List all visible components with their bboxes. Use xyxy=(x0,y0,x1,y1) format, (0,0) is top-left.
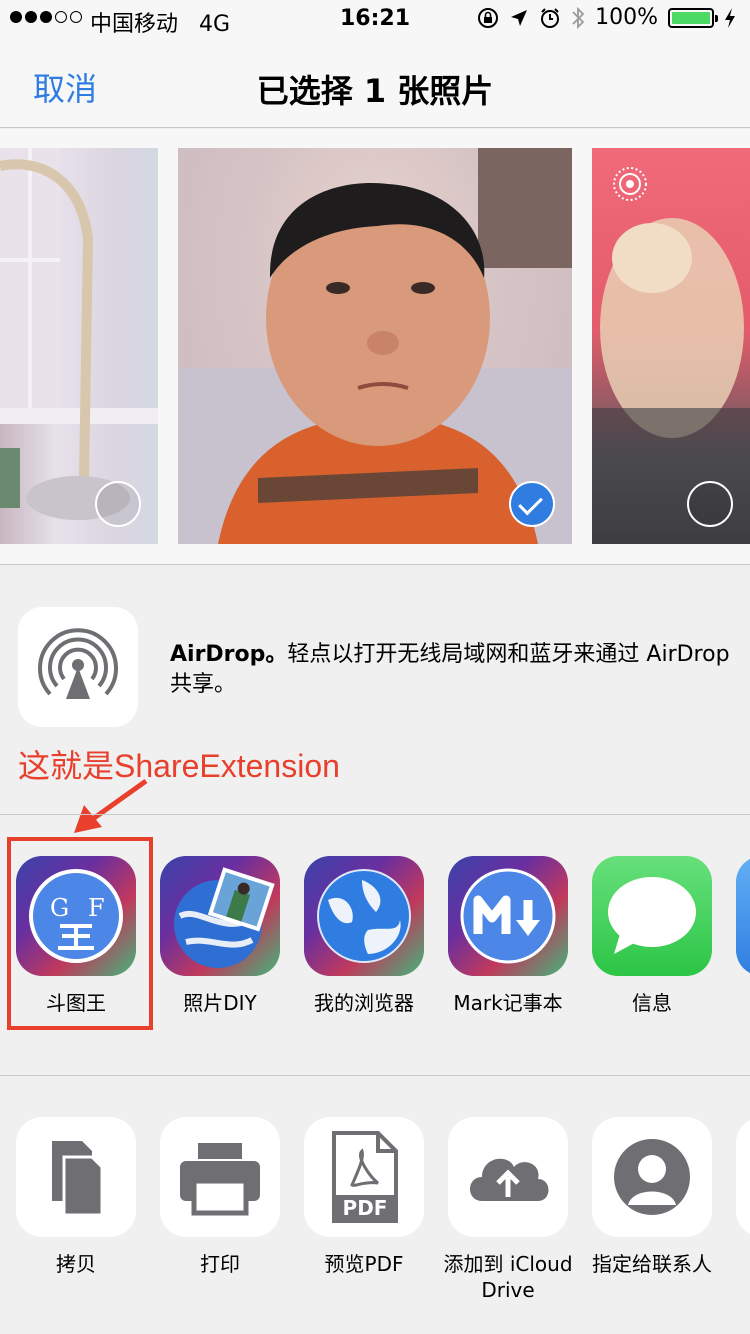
action-label: 拷贝 xyxy=(56,1252,96,1276)
select-circle[interactable] xyxy=(95,481,141,527)
action-assign-to-contact[interactable]: 指定给联系人 xyxy=(577,1117,727,1277)
airdrop-icon xyxy=(38,628,118,699)
airdrop-description: AirDrop。轻点以打开无线局域网和蓝牙来通过 AirDrop 共享。 xyxy=(170,642,730,697)
select-circle[interactable] xyxy=(687,481,733,527)
cat-photo xyxy=(592,218,750,544)
action-preview-pdf[interactable]: PDF 预览PDF xyxy=(289,1117,439,1277)
photo-thumbnail[interactable] xyxy=(592,148,750,544)
rotation-lock-icon xyxy=(478,7,499,28)
bluetooth-icon xyxy=(572,6,585,29)
markdown-icon xyxy=(448,856,568,976)
share-app-label: 信息 xyxy=(632,991,672,1015)
navigation-bar: 取消 已选择 1 张照片 xyxy=(0,40,750,128)
app-icon xyxy=(736,856,750,976)
action-partial[interactable] xyxy=(721,1117,750,1237)
globe-icon xyxy=(304,856,424,976)
window-lamp-photo xyxy=(0,148,158,520)
action-print[interactable]: 打印 xyxy=(145,1117,295,1277)
annotation-label: 这就是ShareExtension xyxy=(18,748,340,784)
photo-thumbnail[interactable] xyxy=(0,148,158,544)
action-label: 添加到 iCloud Drive xyxy=(443,1252,573,1302)
pdf-icon: PDF xyxy=(304,1117,424,1237)
airdrop-button[interactable] xyxy=(18,607,138,727)
live-photo-icon xyxy=(613,167,647,201)
action-copy[interactable]: 拷贝 xyxy=(1,1117,151,1277)
charging-icon xyxy=(725,7,735,28)
globe-photo-icon xyxy=(160,856,280,976)
location-icon xyxy=(511,9,528,26)
svg-text:PDF: PDF xyxy=(343,1196,388,1220)
share-app-label: Mark记事本 xyxy=(453,991,563,1015)
share-app-label: 照片DIY xyxy=(183,991,257,1015)
photo-strip[interactable] xyxy=(0,129,750,565)
annotation-arrow-icon xyxy=(74,778,148,833)
contact-icon xyxy=(592,1117,712,1237)
battery-percent: 100% xyxy=(595,5,658,30)
divider xyxy=(0,814,750,815)
share-app-label: 我的浏览器 xyxy=(314,991,414,1015)
cloud-upload-icon xyxy=(448,1117,568,1237)
alarm-icon xyxy=(541,7,560,28)
copy-icon xyxy=(16,1117,136,1237)
boy-photo xyxy=(178,148,572,544)
annotation-highlight-box xyxy=(7,837,153,1030)
action-label: 预览PDF xyxy=(324,1252,404,1276)
message-bubble-icon xyxy=(592,856,712,976)
selected-checkmark[interactable] xyxy=(509,481,555,527)
app-icon xyxy=(736,1117,750,1237)
photo-thumbnail[interactable] xyxy=(178,148,572,544)
share-app-partial[interactable] xyxy=(721,856,750,976)
action-label: 打印 xyxy=(200,1252,240,1276)
share-app-photo-diy[interactable]: 照片DIY xyxy=(145,856,295,1016)
share-app-my-browser[interactable]: 我的浏览器 xyxy=(289,856,439,1016)
printer-icon xyxy=(160,1117,280,1237)
action-add-to-icloud-drive[interactable]: 添加到 iCloud Drive xyxy=(433,1117,583,1303)
status-bar: 中国移动 4G 16:21 100% xyxy=(0,0,750,40)
divider xyxy=(0,1075,750,1076)
share-app-mark-notes[interactable]: Mark记事本 xyxy=(433,856,583,1016)
battery-icon xyxy=(668,7,718,28)
page-title: 已选择 1 张照片 xyxy=(256,72,494,110)
action-label: 指定给联系人 xyxy=(592,1252,712,1276)
share-app-messages[interactable]: 信息 xyxy=(577,856,727,1016)
